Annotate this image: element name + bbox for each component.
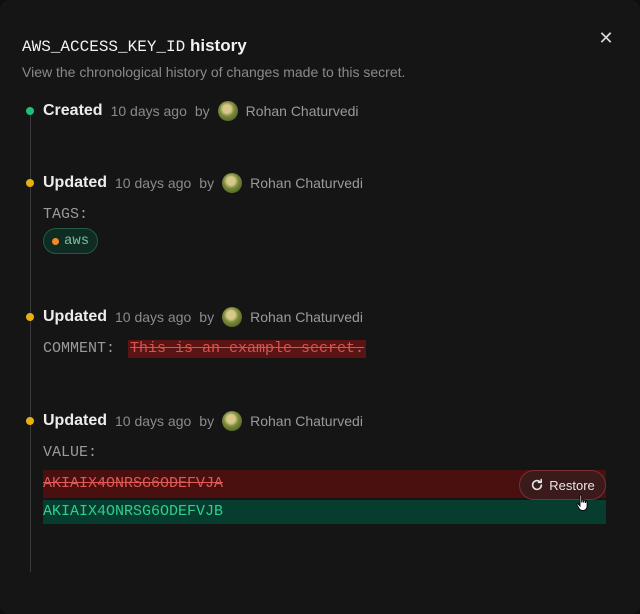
added-value: AKIAIX4ONRSG6ODEFVJB xyxy=(43,500,606,524)
event-action: Updated xyxy=(43,308,107,325)
avatar xyxy=(222,307,243,327)
tag-label: aws xyxy=(64,233,90,249)
field-label-comment: COMMENT: xyxy=(43,340,116,357)
event-by: by xyxy=(194,103,210,119)
status-dot xyxy=(26,417,34,425)
removed-comment: This is an example secret. xyxy=(128,340,367,358)
title-suffix: history xyxy=(189,36,247,55)
event-action: Updated xyxy=(43,174,107,191)
restore-label: Restore xyxy=(549,477,595,493)
event-by: by xyxy=(199,175,215,191)
event-time: 10 days ago xyxy=(110,103,187,119)
status-dot xyxy=(26,179,34,187)
history-event: Updated 10 days ago by Rohan Chaturvedi xyxy=(26,172,363,194)
field-label-value: VALUE: xyxy=(43,444,98,461)
avatar xyxy=(217,101,238,121)
history-event: Updated 10 days ago by Rohan Chaturvedi xyxy=(26,306,363,328)
event-user: Rohan Chaturvedi xyxy=(250,413,363,429)
history-event: Updated 10 days ago by Rohan Chaturvedi xyxy=(26,410,363,432)
status-dot xyxy=(26,313,34,321)
hand-cursor-icon xyxy=(576,494,588,511)
dialog-subtitle: View the chronological history of change… xyxy=(22,64,406,80)
history-event: Created 10 days ago by Rohan Chaturvedi xyxy=(26,100,359,122)
event-user: Rohan Chaturvedi xyxy=(245,103,359,119)
event-user: Rohan Chaturvedi xyxy=(250,309,363,325)
status-dot xyxy=(26,107,34,115)
tag-badge: aws xyxy=(43,228,99,254)
field-label-tags: TAGS: xyxy=(43,206,89,223)
avatar xyxy=(222,411,243,431)
tag-color-dot xyxy=(52,237,59,245)
secret-history-dialog: ✕ AWS_ACCESS_KEY_ID history View the chr… xyxy=(0,0,640,614)
close-icon[interactable]: ✕ xyxy=(598,29,614,47)
dialog-title: AWS_ACCESS_KEY_ID history xyxy=(22,36,247,56)
event-time: 10 days ago xyxy=(115,413,192,429)
secret-name: AWS_ACCESS_KEY_ID xyxy=(22,38,186,56)
event-time: 10 days ago xyxy=(115,309,192,325)
restore-icon xyxy=(532,478,543,491)
event-time: 10 days ago xyxy=(115,175,192,191)
event-action: Updated xyxy=(43,412,107,429)
restore-button[interactable]: Restore xyxy=(519,470,606,500)
event-by: by xyxy=(199,413,215,429)
avatar xyxy=(222,173,243,193)
event-user: Rohan Chaturvedi xyxy=(250,175,363,191)
event-action: Created xyxy=(43,102,103,119)
event-by: by xyxy=(199,309,215,325)
